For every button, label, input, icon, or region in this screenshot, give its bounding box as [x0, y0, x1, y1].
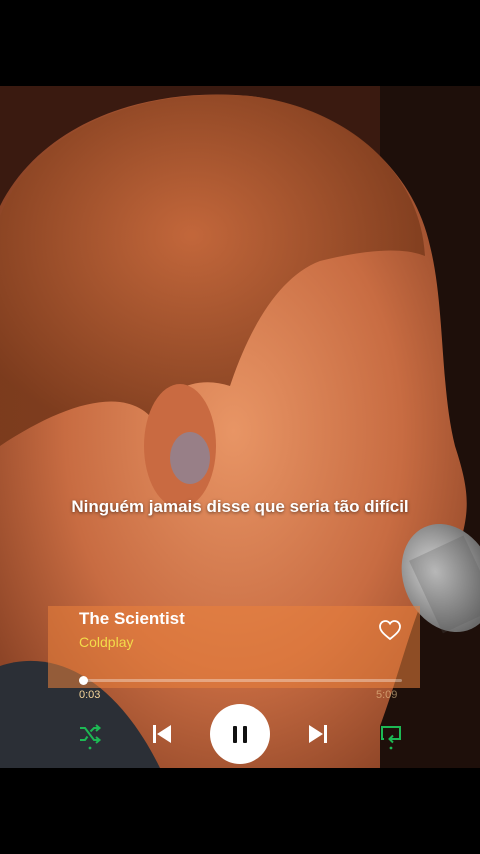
lyric-line: Ninguém jamais disse que seria tão difíc… — [71, 497, 409, 516]
pause-button[interactable] — [210, 704, 270, 764]
track-title[interactable]: The Scientist — [79, 609, 185, 629]
shuffle-icon — [80, 724, 102, 750]
elapsed-time: 0:03 — [79, 689, 101, 701]
duration-time: 5:09 — [376, 689, 398, 701]
shuffle-button[interactable] — [78, 722, 102, 750]
repeat-icon — [381, 726, 401, 750]
skip-previous-icon — [153, 725, 171, 743]
screen: Ninguém jamais disse que seria tão difíc… — [0, 0, 480, 854]
previous-button[interactable] — [150, 722, 174, 746]
next-button[interactable] — [306, 722, 330, 746]
repeat-button[interactable] — [379, 722, 403, 750]
heart-outline-icon — [379, 620, 401, 641]
like-button[interactable] — [378, 618, 402, 642]
progress-bar[interactable] — [79, 676, 402, 685]
artist-name[interactable]: Coldplay — [79, 634, 133, 650]
skip-next-icon — [309, 725, 327, 743]
